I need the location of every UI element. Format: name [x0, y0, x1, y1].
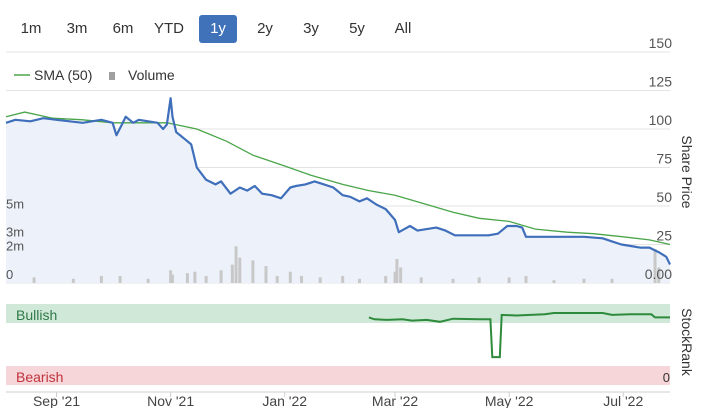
x-axis: Sep '21 Nov '21 Jan '22 Mar '22 May '22 Jul '… — [33, 392, 643, 408]
volume-bar — [170, 274, 174, 283]
legend: SMA (50) Volume — [14, 67, 175, 83]
volume-bar — [524, 275, 528, 283]
volume-bar — [146, 278, 150, 283]
price-tick-label: 150 — [649, 35, 673, 51]
x-tick-label: Jul '22 — [603, 393, 643, 408]
x-tick-label: May '22 — [485, 393, 534, 408]
volume-legend-label: Volume — [128, 67, 175, 83]
bullish-label: Bullish — [16, 307, 57, 323]
volume-bar — [251, 260, 255, 283]
bearish-label: Bearish — [16, 369, 63, 385]
volume-bar — [288, 271, 292, 283]
volume-bar — [399, 267, 403, 283]
volume-bar — [230, 264, 234, 283]
volume-bar — [185, 273, 189, 283]
volume-bar — [507, 277, 511, 283]
stockrank-axis-title: StockRank — [679, 308, 695, 377]
bearish-band — [6, 366, 670, 385]
volume-bar — [32, 277, 36, 283]
volume-bar — [99, 275, 103, 283]
volume-bar — [234, 246, 238, 283]
volume-bar — [275, 275, 279, 283]
price-tick-label: 125 — [649, 74, 673, 90]
volume-bar — [238, 257, 242, 283]
volume-bar — [341, 275, 345, 283]
volume-bar — [118, 275, 122, 283]
x-tick-label: Sep '21 — [33, 393, 80, 408]
volume-bar — [318, 277, 322, 283]
volume-tick-label: 3m — [6, 225, 24, 240]
volume-bar — [477, 277, 481, 283]
volume-legend-swatch — [109, 72, 115, 80]
x-tick-label: Nov '21 — [147, 393, 194, 408]
volume-bar — [610, 278, 614, 283]
price-tick-label: 50 — [656, 189, 672, 205]
price-axis-title: Share Price — [679, 135, 695, 208]
volume-bar — [264, 266, 268, 283]
volume-bar — [219, 270, 223, 283]
volume-bar — [582, 278, 586, 283]
volume-tick-label: 2m — [6, 239, 24, 254]
volume-bar — [358, 278, 362, 283]
volume-bar — [419, 277, 423, 283]
volume-bar — [193, 271, 197, 283]
x-tick-label: Jan '22 — [262, 393, 307, 408]
x-tick-label: Mar '22 — [372, 393, 418, 408]
volume-bar — [384, 275, 388, 283]
volume-bar — [71, 278, 75, 283]
stock-chart: 0.00 25 50 75 100 125 150 0 2m3m 5m SMA (50) Volu… — [5, 35, 695, 408]
stockrank-y-tick: 0 — [663, 370, 670, 385]
volume-bar — [552, 280, 556, 283]
volume-bar — [300, 275, 304, 283]
volume-bar — [395, 258, 399, 283]
volume-bar — [204, 275, 208, 283]
volume-tick-label: 5m — [6, 196, 24, 211]
price-tick-label: 25 — [656, 228, 672, 244]
price-tick-label: 0.00 — [645, 266, 672, 282]
volume-bar — [451, 278, 455, 283]
volume-tick-label: 0 — [6, 267, 13, 282]
price-tick-label: 75 — [656, 151, 672, 167]
sma-legend-label: SMA (50) — [34, 67, 92, 83]
price-tick-label: 100 — [649, 112, 673, 128]
